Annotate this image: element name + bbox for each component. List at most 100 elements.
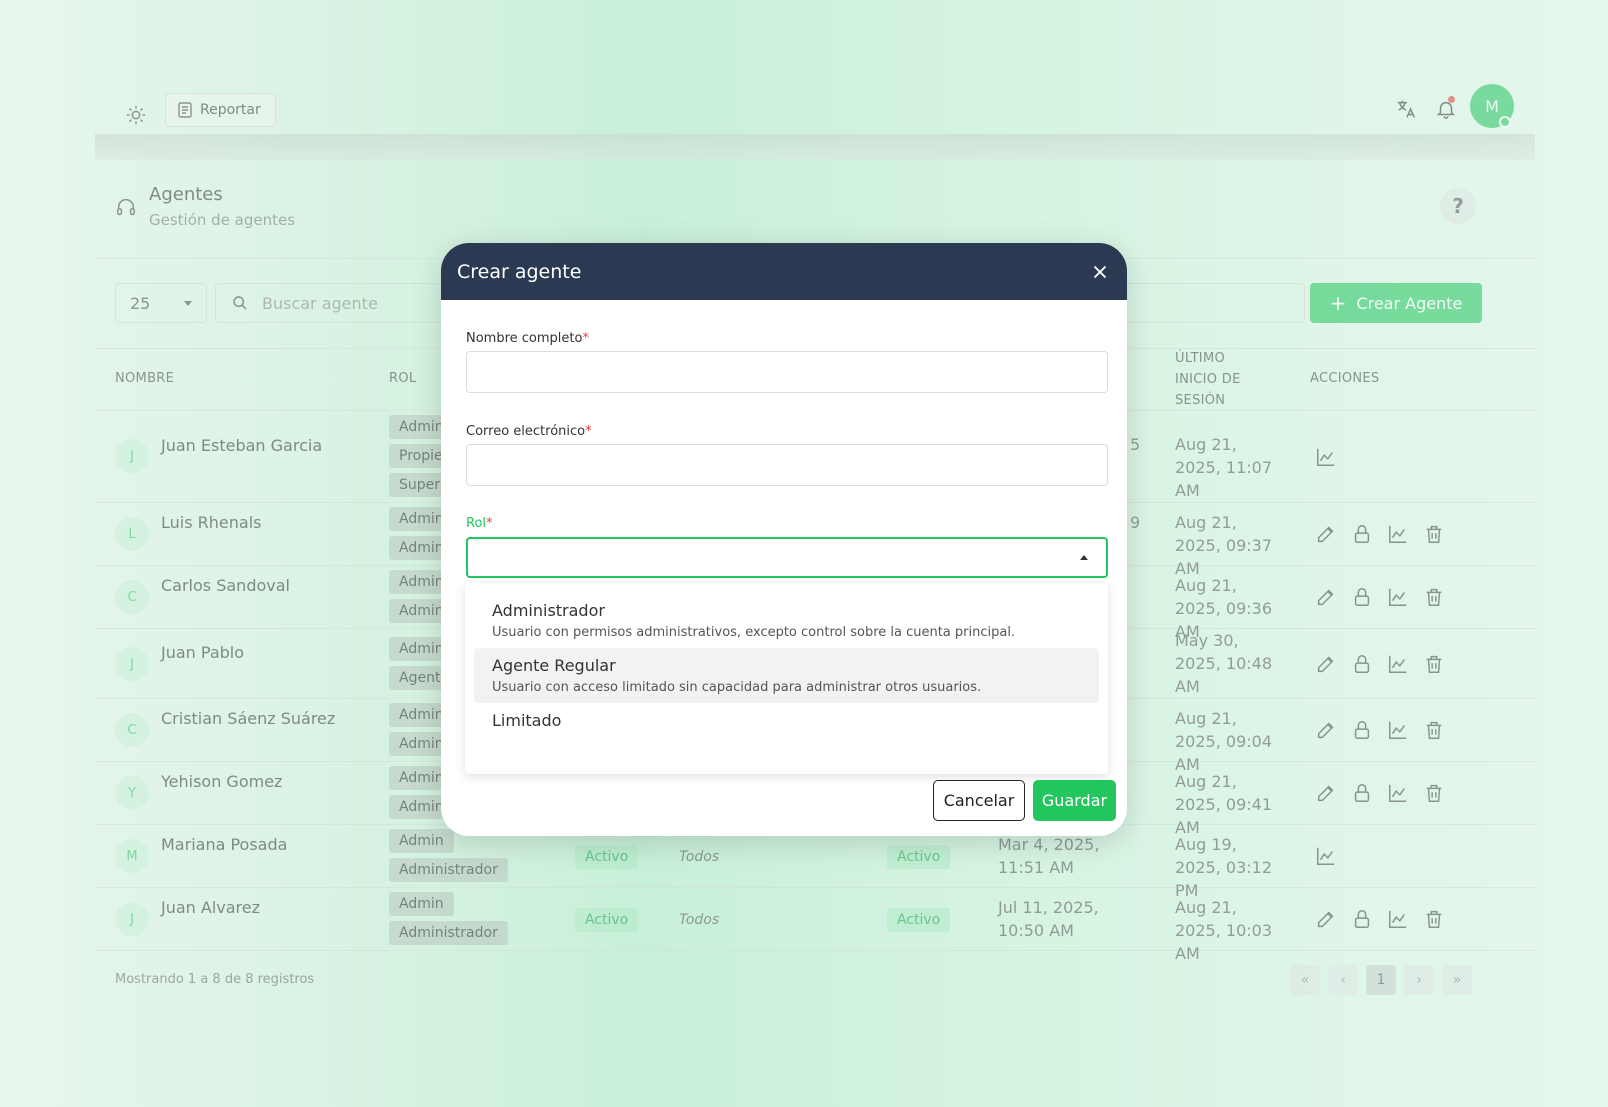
chart-icon[interactable] <box>1387 719 1409 741</box>
page-subtitle: Gestión de agentes <box>149 211 296 229</box>
row-name: Juan Pablo <box>161 643 245 662</box>
column-header-role[interactable]: ROL <box>389 368 416 389</box>
pagination: « ‹ 1 › » <box>1290 965 1472 995</box>
chart-icon[interactable] <box>1387 653 1409 675</box>
scope-text: Todos <box>679 912 720 928</box>
caret-down-icon <box>184 300 192 306</box>
sun-icon[interactable] <box>125 104 147 126</box>
row-name: Juan Alvarez <box>161 898 261 917</box>
option-description: Usuario con acceso limitado sin capacida… <box>492 680 982 695</box>
chart-icon[interactable] <box>1387 782 1409 804</box>
lock-icon[interactable] <box>1351 908 1373 930</box>
online-status-dot <box>1499 116 1511 128</box>
row-name: Yehison Gomez <box>161 772 283 791</box>
chart-icon[interactable] <box>1315 845 1337 867</box>
page-title: Agentes <box>149 184 223 205</box>
trash-icon[interactable] <box>1423 523 1445 545</box>
trash-icon[interactable] <box>1423 719 1445 741</box>
row-avatar: J <box>115 439 149 473</box>
cancel-button[interactable]: Cancelar <box>933 780 1025 821</box>
column-header-line: INICIO DE <box>1175 372 1241 387</box>
headset-icon <box>117 199 135 216</box>
search-icon <box>233 296 247 310</box>
section-header: Agentes Gestión de agentes <box>115 184 295 229</box>
column-header-line: ÚLTIMO <box>1175 351 1225 366</box>
report-icon <box>178 102 192 118</box>
next-page-button[interactable]: › <box>1404 965 1434 995</box>
last-page-button[interactable]: » <box>1442 965 1472 995</box>
role-option-administrador[interactable]: Administrador Usuario con permisos admin… <box>474 593 1099 648</box>
topbar-divider <box>95 134 1535 160</box>
role-select[interactable] <box>466 537 1108 578</box>
edit-icon[interactable] <box>1315 908 1337 930</box>
lock-icon[interactable] <box>1351 719 1373 741</box>
column-header-name[interactable]: NOMBRE <box>115 368 174 389</box>
caret-up-icon <box>1080 555 1088 560</box>
lock-icon[interactable] <box>1351 586 1373 608</box>
chart-icon[interactable] <box>1387 523 1409 545</box>
prev-page-button[interactable]: ‹ <box>1328 965 1358 995</box>
close-icon[interactable] <box>1089 261 1111 283</box>
column-header-last-login[interactable]: ÚLTIMO INICIO DE SESIÓN <box>1175 348 1241 411</box>
last-login: May 30, 2025, 10:48 AM <box>1175 631 1272 696</box>
save-button[interactable]: Guardar <box>1033 780 1116 821</box>
row-name: Cristian Sáenz Suárez <box>161 709 336 728</box>
row-name: Luis Rhenals <box>161 513 262 532</box>
last-login: Aug 21, 2025, 10:03 AM <box>1175 898 1272 963</box>
status-badge: Activo <box>575 845 639 869</box>
page-button-current[interactable]: 1 <box>1366 965 1396 995</box>
page-size-value: 25 <box>130 293 151 313</box>
lock-icon[interactable] <box>1351 782 1373 804</box>
role-option-limitado[interactable]: Limitado <box>474 703 1099 738</box>
column-header-line: SESIÓN <box>1175 393 1226 408</box>
status-badge: Activo <box>575 908 639 932</box>
chart-icon[interactable] <box>1315 446 1337 468</box>
lock-icon[interactable] <box>1351 523 1373 545</box>
notification-dot <box>1448 96 1455 103</box>
option-title: Administrador <box>492 601 605 620</box>
translate-icon[interactable] <box>1395 98 1417 120</box>
report-label: Reportar <box>200 102 261 118</box>
email-label: Correo electrónico* <box>466 424 592 439</box>
row-name: Juan Esteban Garcia <box>161 436 323 455</box>
help-button[interactable]: ? <box>1440 188 1476 224</box>
role-tag: Administrador <box>389 858 508 882</box>
table-row: J Juan Alvarez Admin Administrador Activ… <box>95 888 1535 963</box>
edit-icon[interactable] <box>1315 586 1337 608</box>
edit-icon[interactable] <box>1315 523 1337 545</box>
trash-icon[interactable] <box>1423 908 1445 930</box>
row-avatar: C <box>115 713 149 747</box>
lock-icon[interactable] <box>1351 653 1373 675</box>
create-agent-label: Crear Agente <box>1356 293 1463 313</box>
edit-icon[interactable] <box>1315 653 1337 675</box>
role-tag: Administrador <box>389 921 508 945</box>
full-name-label: Nombre completo* <box>466 331 589 346</box>
chart-icon[interactable] <box>1387 908 1409 930</box>
status-badge: Activo <box>887 845 951 869</box>
row-avatar: L <box>115 517 149 551</box>
trash-icon[interactable] <box>1423 586 1445 608</box>
option-title: Limitado <box>492 711 562 730</box>
row-avatar: J <box>115 902 149 936</box>
row-avatar: J <box>115 647 149 681</box>
trash-icon[interactable] <box>1423 653 1445 675</box>
edit-icon[interactable] <box>1315 782 1337 804</box>
user-initial: M <box>1485 96 1499 116</box>
report-button[interactable]: Reportar <box>165 93 276 127</box>
first-page-button[interactable]: « <box>1290 965 1320 995</box>
scope-text: Todos <box>679 849 720 865</box>
chart-icon[interactable] <box>1387 586 1409 608</box>
role-tag: Admin <box>389 829 454 853</box>
row-avatar: C <box>115 580 149 614</box>
trash-icon[interactable] <box>1423 782 1445 804</box>
page-size-select[interactable]: 25 <box>115 283 207 323</box>
create-agent-button[interactable]: + Crear Agente <box>1310 283 1482 323</box>
role-option-agente-regular[interactable]: Agente Regular Usuario con acceso limita… <box>474 648 1099 703</box>
email-input[interactable] <box>466 444 1108 486</box>
last-login: Aug 21, 2025, 11:07 AM <box>1175 435 1272 500</box>
full-name-input[interactable] <box>466 351 1108 393</box>
edit-icon[interactable] <box>1315 719 1337 741</box>
records-summary: Mostrando 1 a 8 de 8 registros <box>115 972 315 987</box>
modal-title: Crear agente <box>457 260 582 283</box>
plus-icon: + <box>1329 291 1347 315</box>
